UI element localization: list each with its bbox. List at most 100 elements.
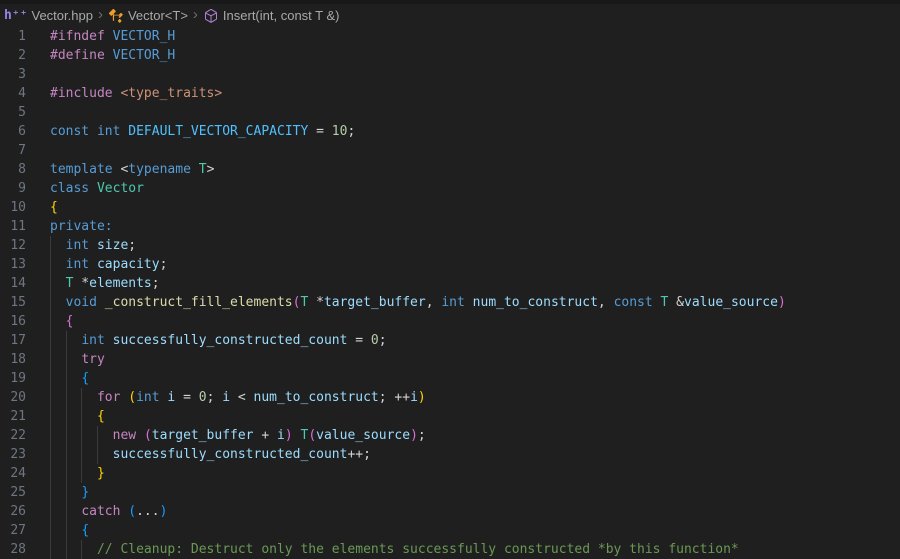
code-line[interactable]: 17 int successfully_constructed_count = … [0,331,900,350]
indent-guide [81,445,83,464]
line-number[interactable]: 14 [0,274,26,293]
code-line[interactable]: 26 catch (...) [0,502,900,521]
code-line[interactable]: 27 { [0,521,900,540]
code-line[interactable]: 13 int capacity; [0,255,900,274]
line-number[interactable]: 6 [0,122,26,141]
code-token: * [308,295,324,310]
code-line[interactable]: 12 int size; [0,236,900,255]
code-line[interactable]: 2 #define VECTOR_H [0,46,900,65]
line-number[interactable]: 17 [0,331,26,350]
line-number[interactable]: 8 [0,160,26,179]
code-line[interactable]: 15 void _construct_fill_elements(T *targ… [0,293,900,312]
line-number[interactable]: 3 [0,65,26,84]
breadcrumb-item-method[interactable]: Insert(int, const T &) [203,8,339,24]
line-content: successfully_constructed_count++; [50,445,900,464]
line-number[interactable]: 2 [0,46,26,65]
code-token: { [81,371,90,386]
line-content: void _construct_fill_elements(T *target_… [50,293,900,312]
code-token: ; [347,124,356,139]
code-line[interactable]: 4 #include <type_traits> [0,84,900,103]
code-line[interactable]: 3 [0,65,900,84]
code-line[interactable]: 8 template <typename T> [0,160,900,179]
line-number[interactable]: 4 [0,84,26,103]
line-number[interactable]: 24 [0,464,26,483]
line-number[interactable]: 11 [0,217,26,236]
line-number[interactable]: 16 [0,312,26,331]
line-number[interactable]: 26 [0,502,26,521]
code-token: = [308,124,332,139]
code-token: target_buffer [151,428,254,443]
code-token: new [112,428,137,443]
code-line[interactable]: 14 T *elements; [0,274,900,293]
code-token: int [65,238,90,253]
code-line[interactable]: 18 try [0,350,900,369]
code-line[interactable]: 19 { [0,369,900,388]
line-number[interactable]: 1 [0,27,26,46]
line-number[interactable]: 18 [0,350,26,369]
code-line[interactable]: 9 class Vector [0,179,900,198]
line-content: } [50,483,900,502]
line-number[interactable]: 27 [0,521,26,540]
line-content: { [50,407,900,426]
indent-guide [81,540,83,559]
line-number[interactable]: 23 [0,445,26,464]
indent-guide [50,388,51,407]
line-number[interactable]: 10 [0,198,26,217]
line-number[interactable]: 13 [0,255,26,274]
code-line[interactable]: 20 for (int i = 0; i < num_to_construct;… [0,388,900,407]
code-line[interactable]: 6 const int DEFAULT_VECTOR_CAPACITY = 10; [0,122,900,141]
code-token: 0 [198,390,207,405]
code-token: 0 [370,333,379,348]
code-area[interactable]: 1 #ifndef VECTOR_H 2 #define VECTOR_H 3 4 #inc… [0,27,900,559]
indent-guide [50,255,51,274]
code-line[interactable]: 22 new (target_buffer + i) T(value_sourc… [0,426,900,445]
code-token: + [253,428,277,443]
code-line[interactable]: 23 successfully_constructed_count++; [0,445,900,464]
code-line[interactable]: 24 } [0,464,900,483]
code-line[interactable]: 25 } [0,483,900,502]
code-line[interactable]: 28 // Cleanup: Destruct only the element… [0,540,900,559]
line-number[interactable]: 7 [0,141,26,160]
line-number[interactable]: 15 [0,293,26,312]
code-token: , [597,295,614,310]
code-line[interactable]: 16 { [0,312,900,331]
line-content [50,141,900,160]
code-line[interactable]: 21 { [0,407,900,426]
code-token: ) [417,390,426,405]
line-number[interactable]: 20 [0,388,26,407]
line-number[interactable]: 19 [0,369,26,388]
line-content: catch (...) [50,502,900,521]
code-token: successfully_constructed_count [112,333,348,348]
line-number[interactable]: 5 [0,103,26,122]
code-token: < [230,390,254,405]
line-number[interactable]: 12 [0,236,26,255]
line-number[interactable]: 28 [0,540,26,559]
code-token: * [73,276,90,291]
code-token: ; [128,238,137,253]
code-line[interactable]: 5 [0,103,900,122]
code-token: const [50,124,90,139]
breadcrumb-item-file[interactable]: h⁺⁺ Vector.hpp [4,8,93,23]
code-line[interactable]: 1 #ifndef VECTOR_H [0,27,900,46]
code-token: T [198,162,207,177]
code-line[interactable]: 7 [0,141,900,160]
breadcrumb-file-label: Vector.hpp [31,8,93,23]
code-line[interactable]: 11 private: [0,217,900,236]
line-number[interactable]: 9 [0,179,26,198]
line-content [50,65,900,84]
hpp-file-icon: h⁺⁺ [4,8,28,23]
breadcrumb-item-class[interactable]: Vector<T> [108,8,188,24]
code-line[interactable]: 10 { [0,198,900,217]
code-token: { [65,314,74,329]
line-number[interactable]: 21 [0,407,26,426]
line-content: #define VECTOR_H [50,46,900,65]
code-token: { [50,200,58,215]
code-token: void [65,295,97,310]
line-number[interactable]: 22 [0,426,26,445]
code-token: const [613,295,653,310]
line-number[interactable]: 25 [0,483,26,502]
